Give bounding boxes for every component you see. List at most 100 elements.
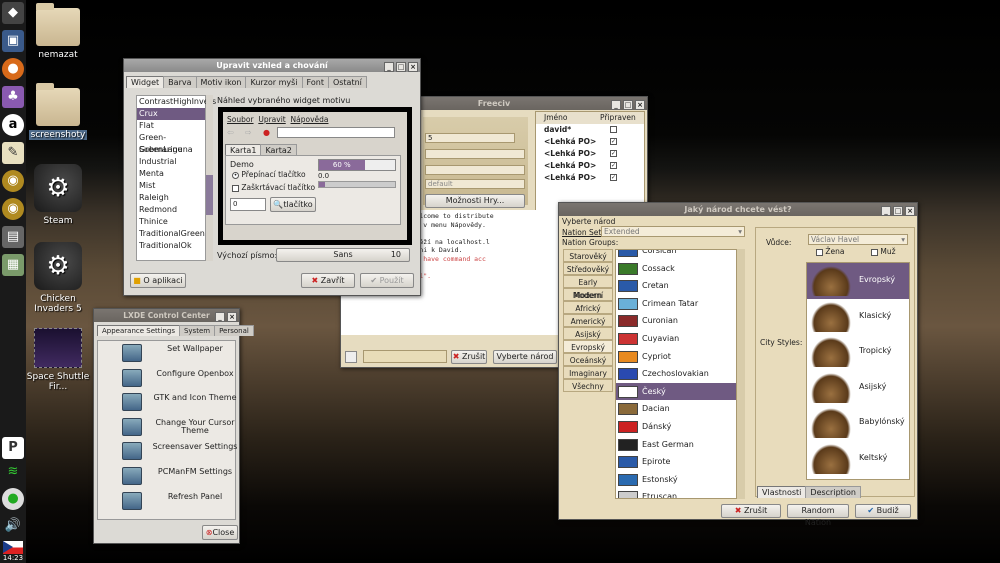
nation-item[interactable]: Dánský (616, 418, 736, 436)
lxde-titlebar[interactable]: LXDE Control Center _ × (94, 309, 239, 322)
appearance-titlebar[interactable]: Upravit vzhled a chování _ □ × (124, 59, 420, 72)
nation-group-5[interactable]: Americký (563, 314, 613, 327)
leader-dropdown[interactable]: Václav Havel ▾ (808, 234, 908, 245)
preview-slider[interactable] (318, 181, 396, 188)
ready-checkbox[interactable]: ✓ (610, 150, 617, 157)
lxde-item[interactable]: Set Wallpaper (98, 341, 235, 366)
firefox-icon[interactable]: ● (2, 58, 24, 80)
close-icon[interactable]: × (905, 206, 915, 216)
maximize-icon[interactable]: □ (893, 206, 903, 216)
terminal-icon[interactable]: ▤ (2, 226, 24, 248)
theme-item[interactable]: Industrial (137, 156, 205, 168)
app-menu-icon[interactable]: ◆ (2, 2, 24, 24)
theme-item[interactable]: Mist (137, 180, 205, 192)
lxde-item[interactable]: PCManFM Settings (98, 464, 235, 489)
nation-group-7[interactable]: Evropský (563, 340, 613, 353)
city-style-item[interactable]: Tropický (807, 334, 909, 370)
apply-button[interactable]: ✔ Použít (360, 273, 414, 288)
theme-scrollbar[interactable] (206, 95, 213, 261)
ready-checkbox[interactable]: ✓ (610, 174, 617, 181)
tab-vlastnosti[interactable]: Vlastnosti (757, 486, 807, 498)
nation-cancel-button[interactable]: ✖ Zrušit (721, 504, 781, 518)
city-style-item[interactable]: Asijský (807, 370, 909, 406)
theme-item[interactable]: TraditionalGreen (137, 228, 205, 240)
nation-group-1[interactable]: Středověký (563, 262, 613, 275)
nation-ok-button[interactable]: ✔ Budiž (855, 504, 911, 518)
about-button[interactable]: ■ O aplikaci (130, 273, 186, 288)
tab-personal[interactable]: Personal (214, 325, 254, 336)
theme-item[interactable]: Redmond (137, 204, 205, 216)
desktop-icon-steam[interactable]: ⚙ Steam (26, 164, 90, 226)
tab-4[interactable]: Font (301, 76, 329, 88)
tab-description[interactable]: Description (805, 486, 861, 498)
city-style-item[interactable]: Evropský (807, 263, 909, 299)
minimize-icon[interactable]: _ (611, 100, 621, 110)
city-style-item[interactable]: Babylónský (807, 405, 909, 441)
theme-item[interactable]: Crux (137, 108, 205, 120)
player-row[interactable]: <Lehká PO> ✓ (536, 148, 644, 160)
nation-item[interactable]: Etruscan (616, 488, 736, 498)
freeciv-server-icon[interactable]: ◉ (2, 198, 24, 220)
back-icon[interactable]: ⇦ (227, 128, 234, 137)
close-button[interactable]: ✖ Zavřít (301, 273, 355, 288)
preview-spinner[interactable]: 0 (230, 198, 266, 211)
tab-3[interactable]: Kurzor myši (245, 76, 303, 88)
image-viewer-icon[interactable]: ▦ (2, 254, 24, 276)
theme-item[interactable]: Menta (137, 168, 205, 180)
nation-item[interactable]: Cossack (616, 260, 736, 278)
theme-item[interactable]: ContrastHighInvers (137, 96, 216, 108)
tab-1[interactable]: Barva (163, 76, 197, 88)
nation-scrollbar[interactable] (737, 249, 745, 499)
lxde-item[interactable]: Configure Openbox (98, 366, 235, 391)
tab-appearance[interactable]: Appearance Settings (97, 325, 180, 336)
forward-icon[interactable]: ⇨ (245, 128, 252, 137)
stop-icon[interactable]: ● (263, 128, 270, 137)
clock[interactable]: 14:23 (0, 554, 26, 562)
minimize-icon[interactable]: _ (384, 62, 394, 72)
lxde-item[interactable]: GTK and Icon Theme (98, 390, 237, 415)
nation-item[interactable]: Crimean Tatar (616, 295, 736, 313)
freeciv-quit-button[interactable]: ✖ Zrušit (451, 350, 487, 364)
preview-radio[interactable]: • Přepínací tlačítko (232, 170, 306, 179)
tab-0[interactable]: Widget (126, 76, 165, 88)
minimize-icon[interactable]: _ (215, 312, 225, 322)
setting-field-2[interactable] (425, 149, 525, 159)
lxde-close-button[interactable]: ⊗Close (202, 525, 238, 540)
female-radio[interactable]: Žena (816, 247, 845, 256)
menu-soubor[interactable]: Soubor (227, 115, 254, 124)
nation-group-10[interactable]: Všechny (563, 379, 613, 392)
ready-checkbox[interactable] (610, 126, 617, 133)
theme-item[interactable]: Thinice (137, 216, 205, 228)
nation-item[interactable]: Epirote (616, 453, 736, 471)
windows-icon[interactable]: ▣ (2, 30, 24, 52)
desktop-icon-nemazat[interactable]: nemazat (26, 3, 90, 60)
lxde-item[interactable]: Refresh Panel (98, 489, 235, 514)
nation-group-4[interactable]: Africký (563, 301, 613, 314)
tab-system[interactable]: System (178, 325, 216, 336)
setting-field-3[interactable] (425, 165, 525, 175)
player-row[interactable]: david* (536, 124, 644, 136)
minimize-icon[interactable]: _ (881, 206, 891, 216)
setting-field-1[interactable]: 5 (425, 133, 515, 143)
edit-icon[interactable] (345, 351, 357, 363)
preview-entry[interactable] (277, 127, 395, 138)
lxde-item[interactable]: Screensaver Settings (98, 439, 237, 464)
pidgin-icon[interactable]: ♣ (2, 86, 24, 108)
pick-nation-button[interactable]: Vyberte národ (493, 350, 557, 364)
nation-item[interactable]: Czechoslovakian (616, 365, 736, 383)
maximize-icon[interactable]: □ (623, 100, 633, 110)
menu-napoveda[interactable]: Nápověda (291, 115, 329, 124)
maximize-icon[interactable]: □ (396, 62, 406, 72)
theme-item[interactable]: Flat (137, 120, 205, 132)
nation-group-3[interactable]: Moderní (563, 288, 613, 301)
nation-item[interactable]: Dacian (616, 400, 736, 418)
menu-upravit[interactable]: Upravit (258, 115, 285, 124)
font-button[interactable]: Sans 10 (276, 248, 410, 262)
tab-5[interactable]: Ostatní (327, 76, 367, 88)
setting-field-4[interactable]: default (425, 179, 525, 189)
close-icon[interactable]: × (408, 62, 418, 72)
amazon-icon[interactable]: a (2, 114, 24, 136)
nation-group-6[interactable]: Asijský (563, 327, 613, 340)
czech-flag-icon[interactable] (3, 541, 23, 554)
text-editor-icon[interactable]: ✎ (2, 142, 24, 164)
